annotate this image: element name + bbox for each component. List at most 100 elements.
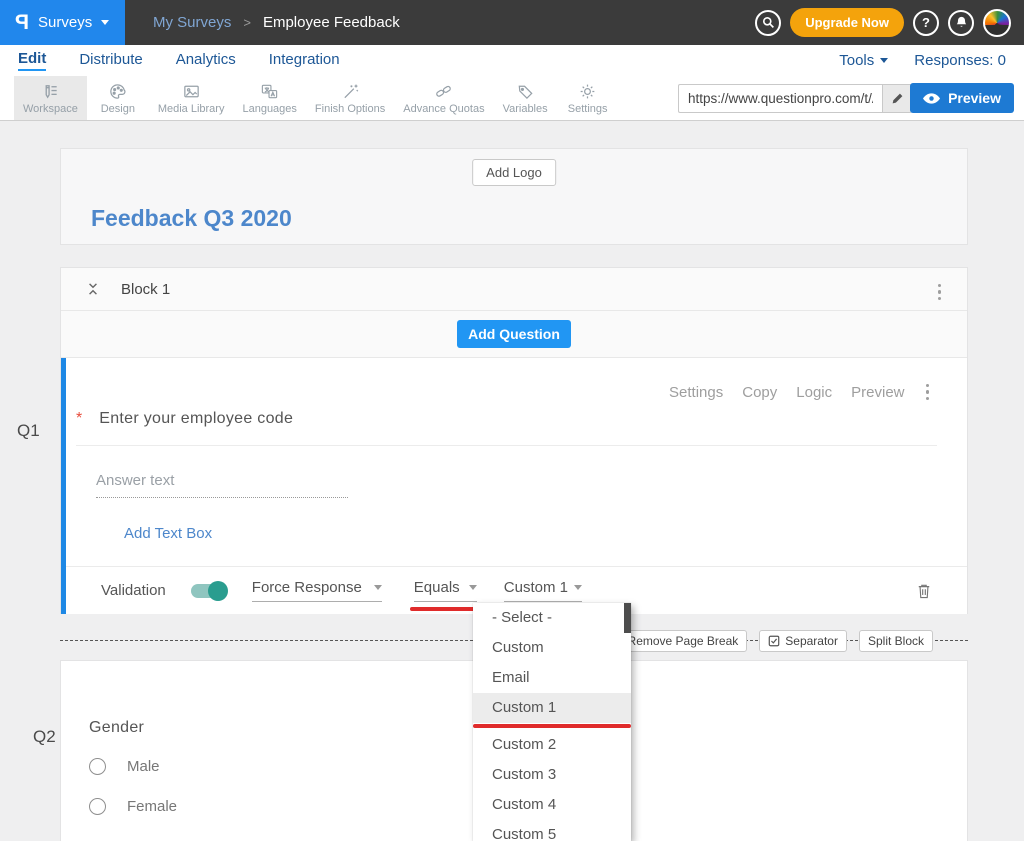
separator-button[interactable]: Separator [759,630,847,652]
survey-url-input[interactable] [678,84,882,113]
toggle-knob [208,581,228,601]
annotation-underline [473,724,631,728]
answer-option-label: Male [127,758,160,775]
dropdown-option-custom-3[interactable]: Custom 3 [473,760,631,790]
survey-header-card: Add Logo Feedback Q3 2020 [60,148,968,245]
question-card-q1: Settings Copy Logic Preview * Enter your… [61,358,967,614]
toolbar-item-label: Finish Options [315,103,385,115]
dropdown-scrollbar-thumb[interactable] [624,603,631,633]
breadcrumb: My Surveys > Employee Feedback [153,14,400,31]
block-label: Block 1 [121,281,170,298]
question-text[interactable]: Enter your employee code [99,410,293,428]
answer-option-label: Female [127,798,177,815]
block-menu-kebab[interactable] [936,280,944,304]
toolbar-item-label: Languages [242,103,296,115]
question-settings-link[interactable]: Settings [669,384,723,401]
edit-url-button[interactable] [882,84,912,113]
validation-type-value: Force Response [252,579,362,596]
notifications-button[interactable] [948,10,974,36]
search-icon [762,16,775,29]
checkbox-checked-icon [768,635,780,647]
tab-analytics[interactable]: Analytics [176,51,236,70]
toolbar-item-settings[interactable]: Settings [557,76,619,120]
delete-validation-button[interactable] [917,583,931,599]
dropdown-option-custom-4[interactable]: Custom 4 [473,790,631,820]
toolbar-item-media-library[interactable]: Media Library [149,76,234,120]
dropdown-option-custom-2[interactable]: Custom 2 [473,730,631,760]
breadcrumb-my-surveys[interactable]: My Surveys [153,14,231,31]
preview-button[interactable]: Preview [910,83,1014,113]
validation-pattern-select[interactable]: Custom 1 [504,579,582,602]
answer-text-field[interactable]: Answer text [96,472,348,498]
block-card: Block 1 Add Question Settings Copy Logic… [60,267,968,614]
nav-right: Tools Responses: 0 [839,52,1006,69]
validation-pattern-dropdown: - Select - Custom Email Custom 1 Custom … [473,603,631,841]
breadcrumb-current-survey: Employee Feedback [263,14,400,31]
add-question-button[interactable]: Add Question [457,320,571,348]
validation-pattern-value: Custom 1 [504,579,568,596]
dropdown-option-custom[interactable]: Custom [473,633,631,663]
collapse-block-icon[interactable] [87,282,99,296]
tools-label: Tools [839,52,874,69]
gear-icon [578,82,597,101]
toolbar-item-label: Settings [568,103,608,115]
bell-icon [955,16,968,29]
toolbar-item-workspace[interactable]: Workspace [14,76,87,120]
toolbar-item-label: Design [101,103,135,115]
validation-type-select[interactable]: Force Response [252,579,382,602]
workspace-icon [41,82,60,101]
add-logo-button[interactable]: Add Logo [472,159,556,186]
add-text-box-link[interactable]: Add Text Box [124,525,212,542]
upgrade-now-button[interactable]: Upgrade Now [790,8,904,37]
dropdown-option-custom-1[interactable]: Custom 1 [473,693,631,723]
validation-operator-value: Equals [414,579,460,596]
survey-url-group [678,84,912,113]
annotation-underline [410,607,481,611]
trash-icon [917,583,931,599]
dropdown-option-email[interactable]: Email [473,663,631,693]
brand-menu[interactable]: P Surveys [0,0,125,45]
chevron-down-icon [880,58,888,63]
question-text-row: * Enter your employee code [76,410,937,446]
responses-count: Responses: 0 [914,52,1006,69]
radio-button[interactable] [89,758,106,775]
user-avatar[interactable] [983,9,1011,37]
radio-button[interactable] [89,798,106,815]
search-button[interactable] [755,10,781,36]
answer-option-male[interactable]: Male [89,758,160,775]
dropdown-option-custom-5[interactable]: Custom 5 [473,820,631,841]
question-text[interactable]: Gender [89,719,144,737]
questionpro-logo: P [15,11,29,35]
survey-title[interactable]: Feedback Q3 2020 [91,205,292,232]
answer-option-female[interactable]: Female [89,798,177,815]
tag-icon [516,82,535,101]
question-preview-link[interactable]: Preview [851,384,904,401]
validation-toggle[interactable] [191,584,225,598]
image-icon [182,82,201,101]
toolbar-item-label: Variables [503,103,548,115]
toolbar-item-languages[interactable]: Languages [233,76,305,120]
question-menu-kebab[interactable] [924,380,932,404]
chevron-down-icon [574,585,582,590]
validation-operator-select[interactable]: Equals [414,579,477,602]
tools-menu[interactable]: Tools [839,52,888,69]
required-asterisk: * [76,410,82,428]
toolbar-item-design[interactable]: Design [87,76,149,120]
separator-label: Separator [785,634,838,648]
question-number-q2: Q2 [33,727,56,747]
toolbar-item-variables[interactable]: Variables [494,76,557,120]
tab-distribute[interactable]: Distribute [79,51,142,70]
validation-label: Validation [101,582,166,599]
tab-integration[interactable]: Integration [269,51,340,70]
survey-editor-canvas: Add Logo Feedback Q3 2020 Block 1 Add Qu… [0,121,1024,841]
question-copy-link[interactable]: Copy [742,384,777,401]
toolbar-item-finish-options[interactable]: Finish Options [306,76,394,120]
help-button[interactable]: ? [913,10,939,36]
tab-edit[interactable]: Edit [18,50,46,71]
add-question-row: Add Question [61,311,967,358]
split-block-label: Split Block [868,634,924,648]
dropdown-option-select[interactable]: - Select - [473,603,631,633]
split-block-button[interactable]: Split Block [859,630,933,652]
toolbar-item-advance-quotas[interactable]: Advance Quotas [394,76,493,120]
question-logic-link[interactable]: Logic [796,384,832,401]
